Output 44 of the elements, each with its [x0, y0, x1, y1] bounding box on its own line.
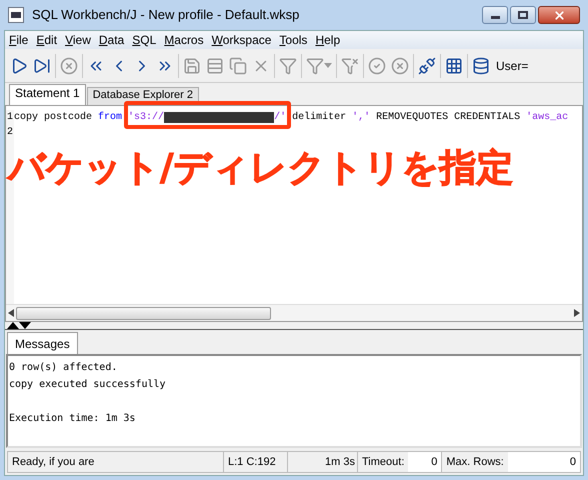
splitter-arrows-icon[interactable]: [7, 322, 31, 329]
disconnect-icon: [418, 56, 436, 74]
rollback-icon: [391, 56, 409, 74]
clear-filter-icon: [341, 56, 359, 74]
commit-icon: [368, 56, 386, 74]
line-number: 1: [7, 111, 14, 125]
menu-item[interactable]: Edit: [36, 31, 58, 49]
tab[interactable]: Statement 1: [9, 84, 86, 105]
scrollbar-thumb[interactable]: [16, 306, 271, 320]
stop-icon: [60, 56, 78, 74]
close-button[interactable]: [538, 6, 580, 24]
message-line: copy executed successfully: [9, 378, 167, 392]
scroll-right-icon[interactable]: [574, 309, 580, 317]
close-icon: [552, 8, 566, 22]
message-line: 0 row(s) affected.: [9, 361, 118, 375]
minimize-button[interactable]: [482, 6, 508, 24]
grid-icon: [445, 56, 463, 74]
menu-item[interactable]: Tools: [279, 31, 308, 49]
app-icon: [8, 7, 24, 23]
code-line[interactable]: copy postcode from 's3:// /' delimiter ',' REMOVEQUOTES CREDENTIALS 'aws_ac: [14, 110, 568, 125]
menu-item[interactable]: Workspace: [212, 31, 272, 49]
run-icon: [10, 56, 28, 74]
line-number: 2: [7, 126, 14, 140]
filter-icon: [279, 56, 297, 74]
menu-item[interactable]: View: [65, 31, 91, 49]
menu-item[interactable]: Data: [98, 31, 124, 49]
maximize-button[interactable]: [510, 6, 536, 24]
run-current-icon: [33, 56, 51, 74]
insert-row-icon: [206, 56, 224, 74]
menu-item[interactable]: Macros: [164, 31, 204, 49]
dropdown-arrow-icon: [324, 63, 332, 68]
save-icon: [183, 56, 201, 74]
window-title: SQL Workbench/J - New profile - Default.wksp: [32, 6, 300, 24]
annotation-text: バケット/ディレクトリを指定: [8, 145, 514, 191]
copy-row-icon: [229, 56, 247, 74]
filter-icon: [306, 56, 324, 74]
user-label: User=: [496, 58, 528, 74]
menu-item[interactable]: SQL: [132, 31, 156, 49]
message-line: Execution time: 1m 3s: [9, 412, 136, 426]
menu-item[interactable]: File: [9, 31, 28, 49]
menu-item[interactable]: Help: [315, 31, 340, 49]
database-icon: [472, 56, 490, 74]
scroll-left-icon[interactable]: [8, 309, 14, 317]
tab[interactable]: Messages: [7, 332, 78, 354]
